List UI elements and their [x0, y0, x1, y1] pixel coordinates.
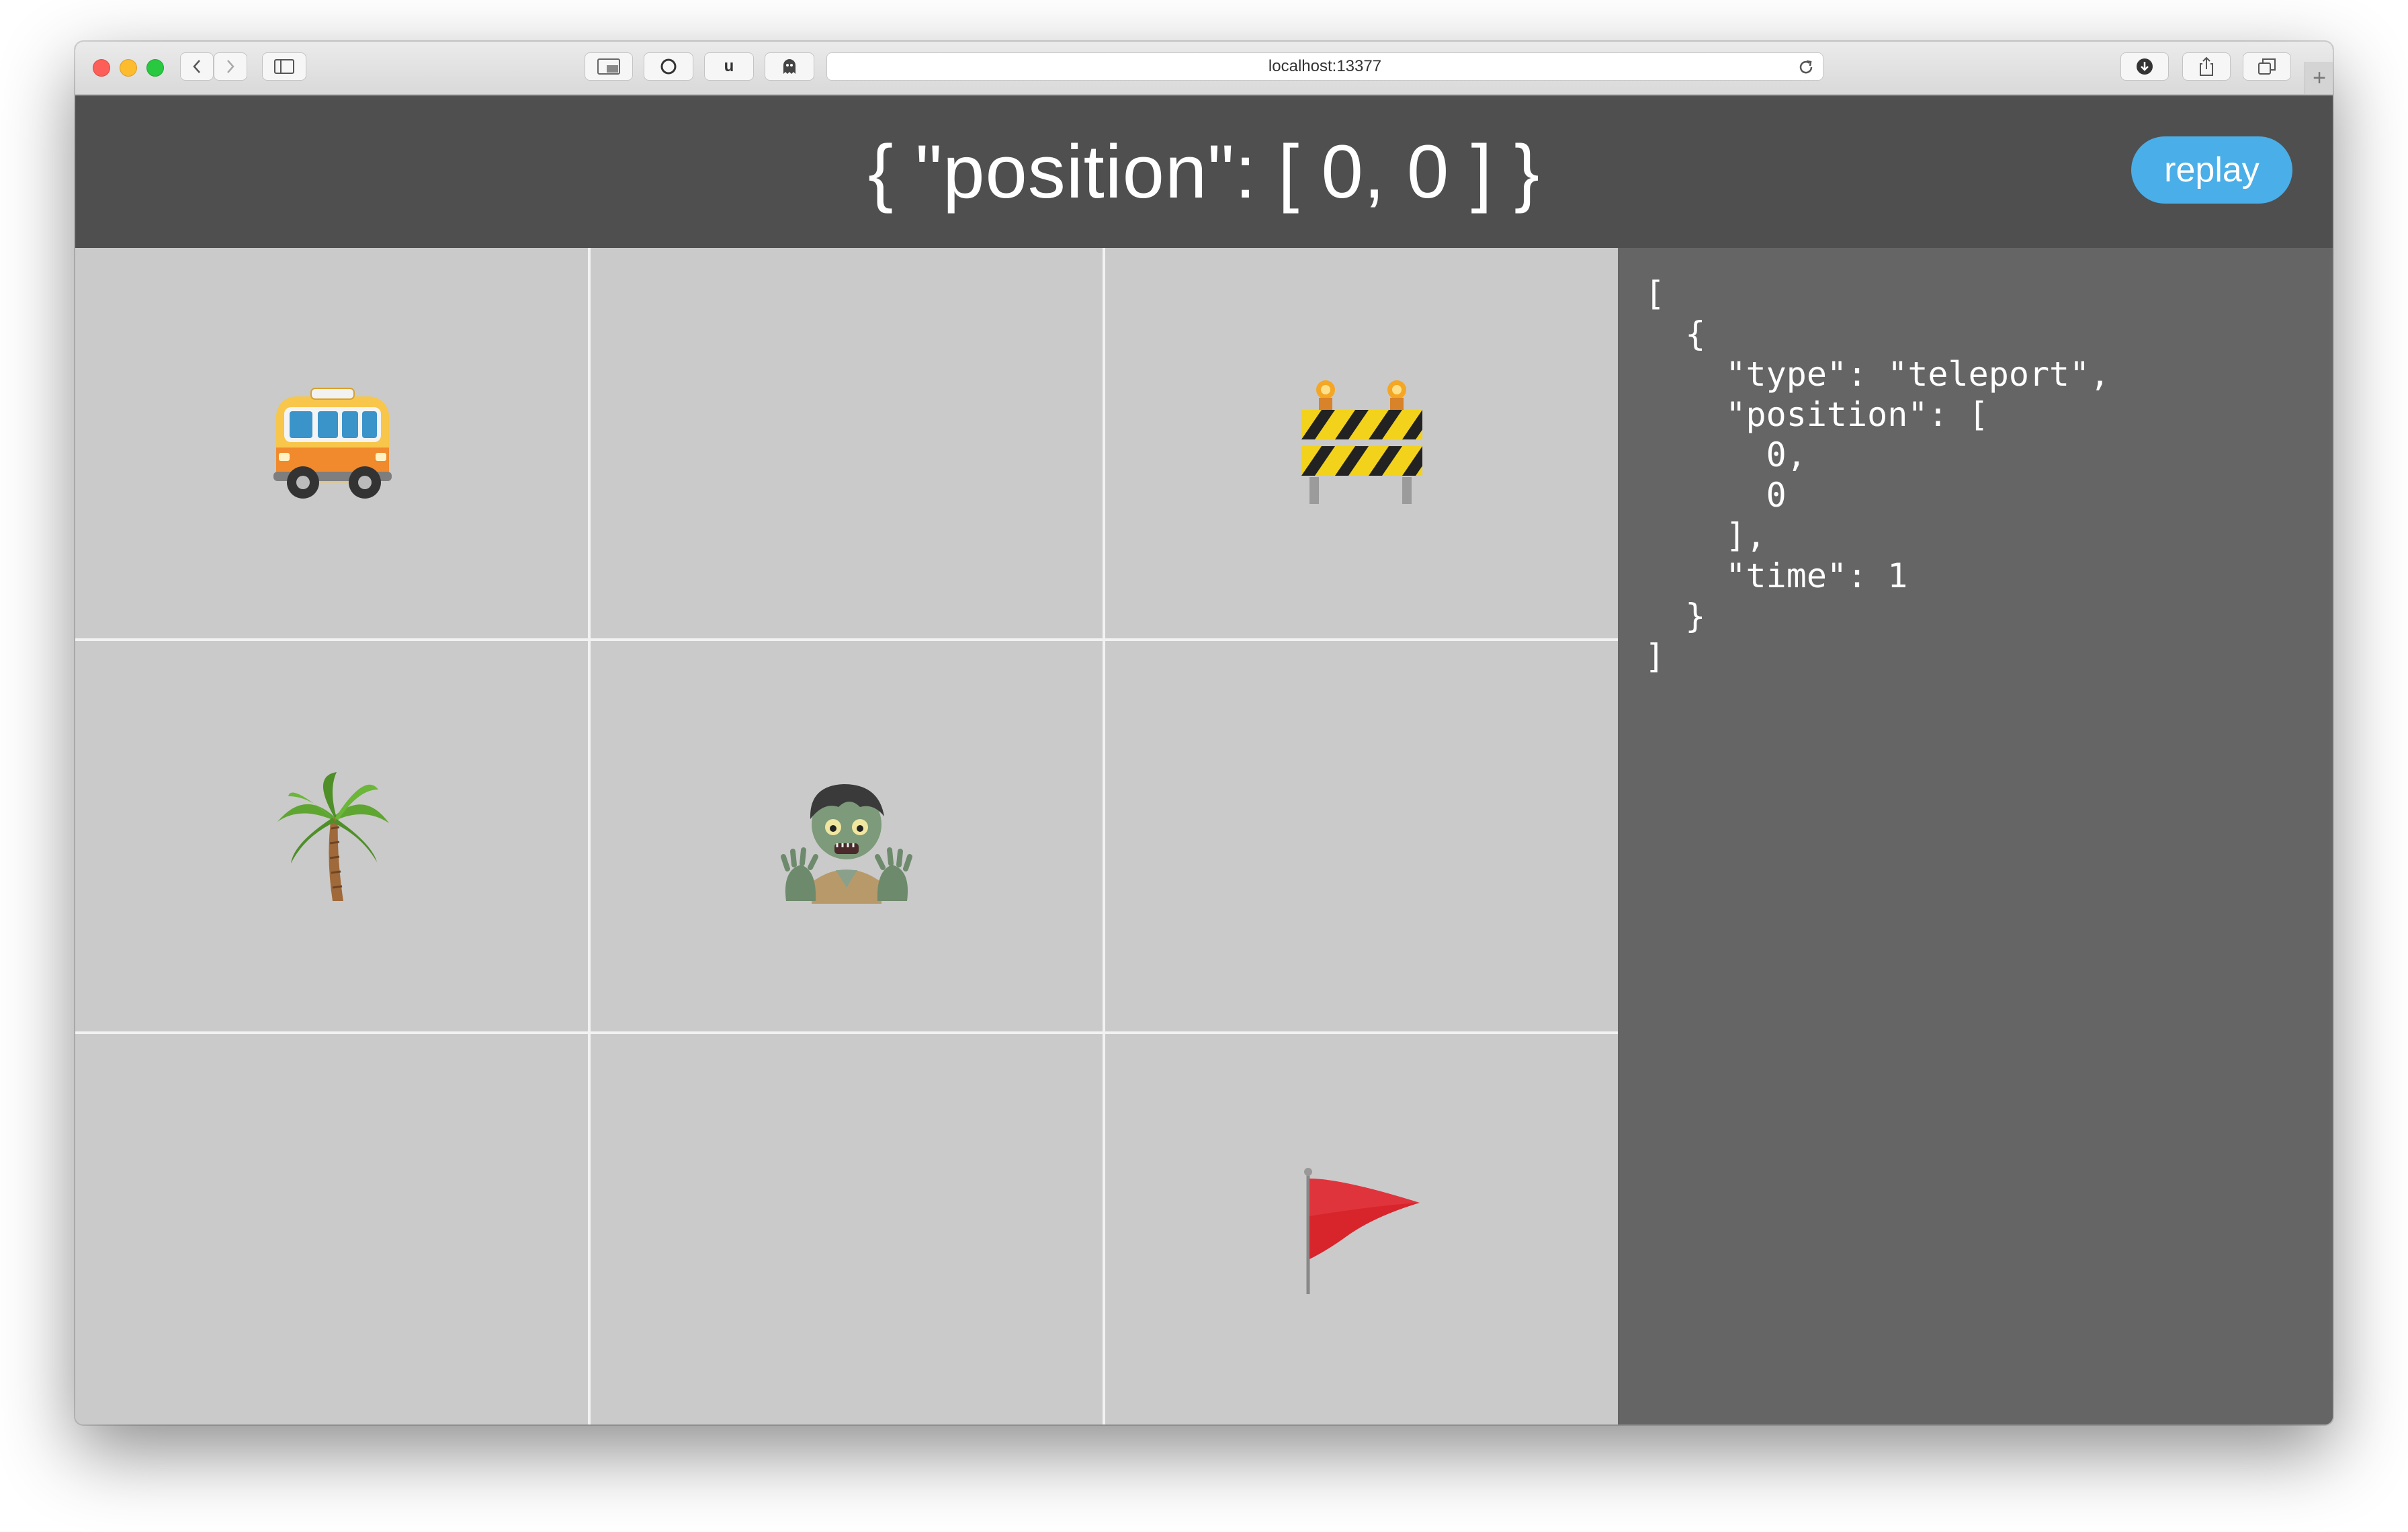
app-header: { "position": [ 0, 0 ] } replay — [75, 95, 2333, 248]
url-text: localhost:13377 — [1268, 57, 1382, 75]
grid-cell-2-0[interactable] — [75, 1034, 588, 1424]
replay-button[interactable]: replay — [2131, 136, 2292, 204]
sidebar-button[interactable] — [262, 52, 306, 81]
reload-icon[interactable] — [1797, 58, 1815, 76]
bus-icon — [273, 387, 392, 499]
address-bar[interactable]: localhost:13377 — [826, 52, 1823, 81]
construction-barrier-icon — [1301, 380, 1422, 504]
forward-icon — [227, 60, 234, 73]
ghost-extension-button[interactable] — [765, 52, 814, 81]
position-title: { "position": [ 0, 0 ] } — [867, 130, 1541, 214]
grid-cell-1-2[interactable] — [1105, 641, 1618, 1031]
circle-icon — [660, 58, 677, 75]
extension-circle-button[interactable] — [644, 52, 693, 81]
back-button[interactable] — [180, 52, 214, 81]
show-tabs-button[interactable] — [2243, 52, 2291, 81]
zoom-window-button[interactable] — [146, 59, 164, 77]
u-extension-icon: u — [724, 57, 734, 75]
grid-cell-0-0[interactable] — [75, 248, 588, 638]
picture-in-picture-icon — [597, 58, 620, 75]
plus-icon: + — [2313, 65, 2326, 91]
grid-cell-0-1[interactable] — [590, 248, 1103, 638]
game-grid — [75, 248, 1618, 1424]
browser-window: u localhost:13377 + { "position": [ 0, 0… — [75, 42, 2333, 1424]
grid-cell-0-2[interactable] — [1105, 248, 1618, 638]
new-tab-button[interactable]: + — [2305, 62, 2333, 94]
sidebar-icon — [274, 59, 294, 74]
back-icon — [193, 60, 200, 73]
u-extension-button[interactable]: u — [704, 52, 754, 81]
grid-cell-2-2[interactable] — [1105, 1034, 1618, 1424]
ghost-icon — [783, 59, 796, 74]
grid-cell-2-1[interactable] — [590, 1034, 1103, 1424]
downloads-button[interactable] — [2120, 52, 2169, 81]
share-button[interactable] — [2182, 52, 2231, 81]
palm-tree-icon — [277, 771, 390, 901]
zombie-icon — [780, 783, 912, 904]
minimize-window-button[interactable] — [120, 59, 137, 77]
picture-in-picture-button[interactable] — [585, 52, 633, 81]
grid-cell-1-1[interactable] — [590, 641, 1103, 1031]
browser-toolbar: u localhost:13377 + — [75, 42, 2333, 95]
tabs-icon — [2258, 58, 2276, 75]
close-window-button[interactable] — [93, 59, 110, 77]
grid-cell-1-0[interactable] — [75, 641, 588, 1031]
forward-button[interactable] — [214, 52, 247, 81]
download-icon — [2137, 58, 2153, 75]
share-icon — [2200, 56, 2213, 76]
red-flag-icon — [1303, 1167, 1420, 1294]
action-log-panel: [ { "type": "teleport", "position": [ 0,… — [1618, 248, 2333, 1424]
action-log-json: [ { "type": "teleport", "position": [ 0,… — [1645, 274, 2110, 676]
